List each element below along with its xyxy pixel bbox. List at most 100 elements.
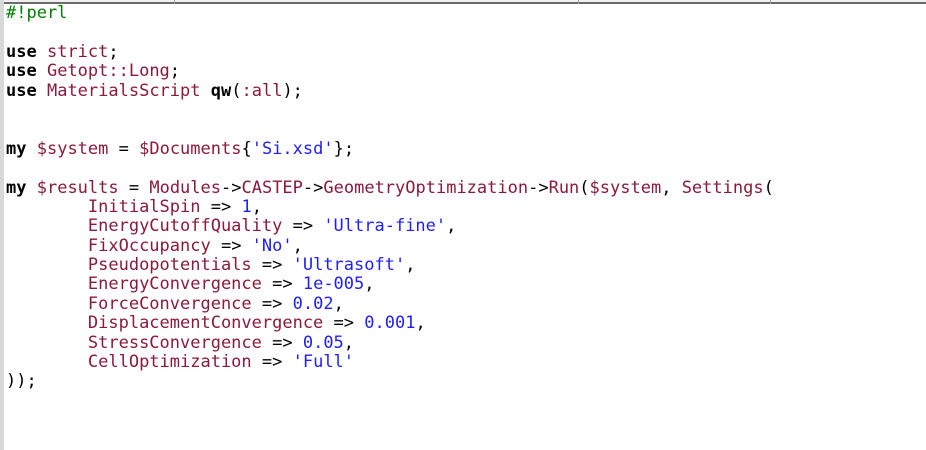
code-string: 'Ultrasoft' [292,255,406,276]
code-line[interactable]: StressConvergence => 0.05, [6,332,926,353]
code-punctuation [26,139,36,159]
code-line[interactable]: my $results = Modules->CASTEP->GeometryO… [6,177,926,198]
code-punctuation: -> [528,177,549,198]
code-text-area[interactable]: #!perl​use strict;use Getopt::Long;use M… [6,3,926,392]
code-punctuation: )); [6,371,37,392]
code-line[interactable]: ForceConvergence => 0.02, [6,293,926,314]
code-line[interactable]: use Getopt::Long; [6,61,926,82]
code-punctuation [6,313,88,333]
code-variable: $system [36,138,109,159]
code-punctuation: ; [169,61,181,82]
editor-gutter [0,0,4,450]
code-string: 'Ultra-fine' [323,216,447,237]
code-punctuation: = [118,177,150,198]
code-punctuation [6,294,88,314]
code-string: 'Full' [292,352,355,373]
code-line[interactable]: ​ [6,120,926,139]
code-variable: $system [589,177,662,198]
code-editor[interactable]: #!perl​use strict;use Getopt::Long;use M… [0,0,926,450]
code-punctuation: }; [333,138,355,159]
code-variable: $Documents [139,138,242,159]
code-comment: #!perl [6,3,68,23]
code-punctuation: -> [302,177,324,198]
code-identifier: ForceConvergence [87,293,252,314]
code-punctuation: => [251,293,293,314]
code-line[interactable]: use strict; [6,41,926,62]
code-punctuation [6,197,88,217]
code-identifier: CellOptimization [87,352,252,373]
code-line[interactable]: ​ [6,23,926,42]
code-punctuation: ( [231,80,242,101]
code-punctuation [6,236,88,256]
code-line[interactable]: use MaterialsScript qw(:all); [6,80,926,101]
code-keyword: my [6,177,27,198]
code-punctuation [26,178,36,198]
code-identifier: Run [548,177,580,198]
code-line[interactable]: Pseudopotentials => 'Ultrasoft', [6,255,926,276]
code-punctuation: , [446,216,457,237]
code-identifier: StressConvergence [87,332,262,353]
code-punctuation: , [405,255,416,276]
code-punctuation: , [661,177,682,198]
code-punctuation: , [251,196,262,217]
code-identifier: Getopt::Long [46,61,170,82]
code-keyword: qw [210,80,232,101]
code-punctuation [37,61,47,81]
code-punctuation [6,255,88,275]
code-number: 0.001 [364,313,416,334]
code-line[interactable]: CellOptimization => 'Full' [6,352,926,373]
code-punctuation: -> [221,177,242,198]
code-punctuation: => [261,332,303,353]
code-identifier: InitialSpin [87,196,201,217]
code-number: 1 [241,196,252,217]
code-identifier: DisplacementConvergence [87,313,324,334]
code-keyword: use [6,61,37,82]
code-punctuation: ); [282,80,303,101]
code-string: 'Si.xsd' [251,138,334,159]
code-punctuation [6,216,88,236]
code-punctuation: => [251,352,293,373]
code-punctuation: , [415,313,426,334]
code-identifier: CASTEP [241,177,303,198]
code-string: 'No' [251,235,293,256]
code-punctuation [6,333,88,353]
code-identifier: Modules [149,177,221,198]
code-variable: $results [36,177,119,198]
code-punctuation: => [261,274,303,295]
code-line[interactable]: #!perl [6,3,926,23]
code-punctuation: => [200,196,242,217]
code-punctuation: , [333,293,344,314]
code-identifier: EnergyConvergence [87,274,262,295]
code-identifier: :all [241,80,283,101]
code-punctuation: => [323,313,365,334]
code-punctuation: , [364,274,375,295]
code-punctuation [201,81,211,101]
code-number: 1e-005 [302,274,365,295]
code-punctuation: ( [579,177,590,198]
code-identifier: Pseudopotentials [87,255,252,276]
code-line[interactable]: my $system = $Documents{'Si.xsd'}; [6,138,926,159]
code-identifier: EnergyCutoffQuality [87,216,283,237]
code-line[interactable]: DisplacementConvergence => 0.001, [6,314,926,333]
code-keyword: use [6,80,37,101]
code-line[interactable]: ​ [6,159,926,178]
code-keyword: use [6,41,37,62]
code-punctuation [37,81,47,101]
code-punctuation: => [210,235,252,256]
code-line[interactable]: EnergyCutoffQuality => 'Ultra-fine', [6,217,926,236]
code-line[interactable]: EnergyConvergence => 1e-005, [6,275,926,294]
code-punctuation: => [251,255,293,276]
code-punctuation: { [241,138,252,159]
code-number: 0.02 [292,293,334,314]
code-line[interactable]: ​ [6,101,926,120]
code-punctuation [6,274,88,294]
code-punctuation: , [343,332,355,353]
code-punctuation: ; [108,41,119,62]
code-line[interactable]: )); [6,372,926,391]
code-line[interactable]: InitialSpin => 1, [6,196,926,217]
code-punctuation: => [282,216,324,237]
code-punctuation [37,42,47,62]
code-line[interactable]: FixOccupancy => 'No', [6,235,926,256]
code-identifier: GeometryOptimization [323,177,529,198]
code-punctuation [6,352,88,372]
